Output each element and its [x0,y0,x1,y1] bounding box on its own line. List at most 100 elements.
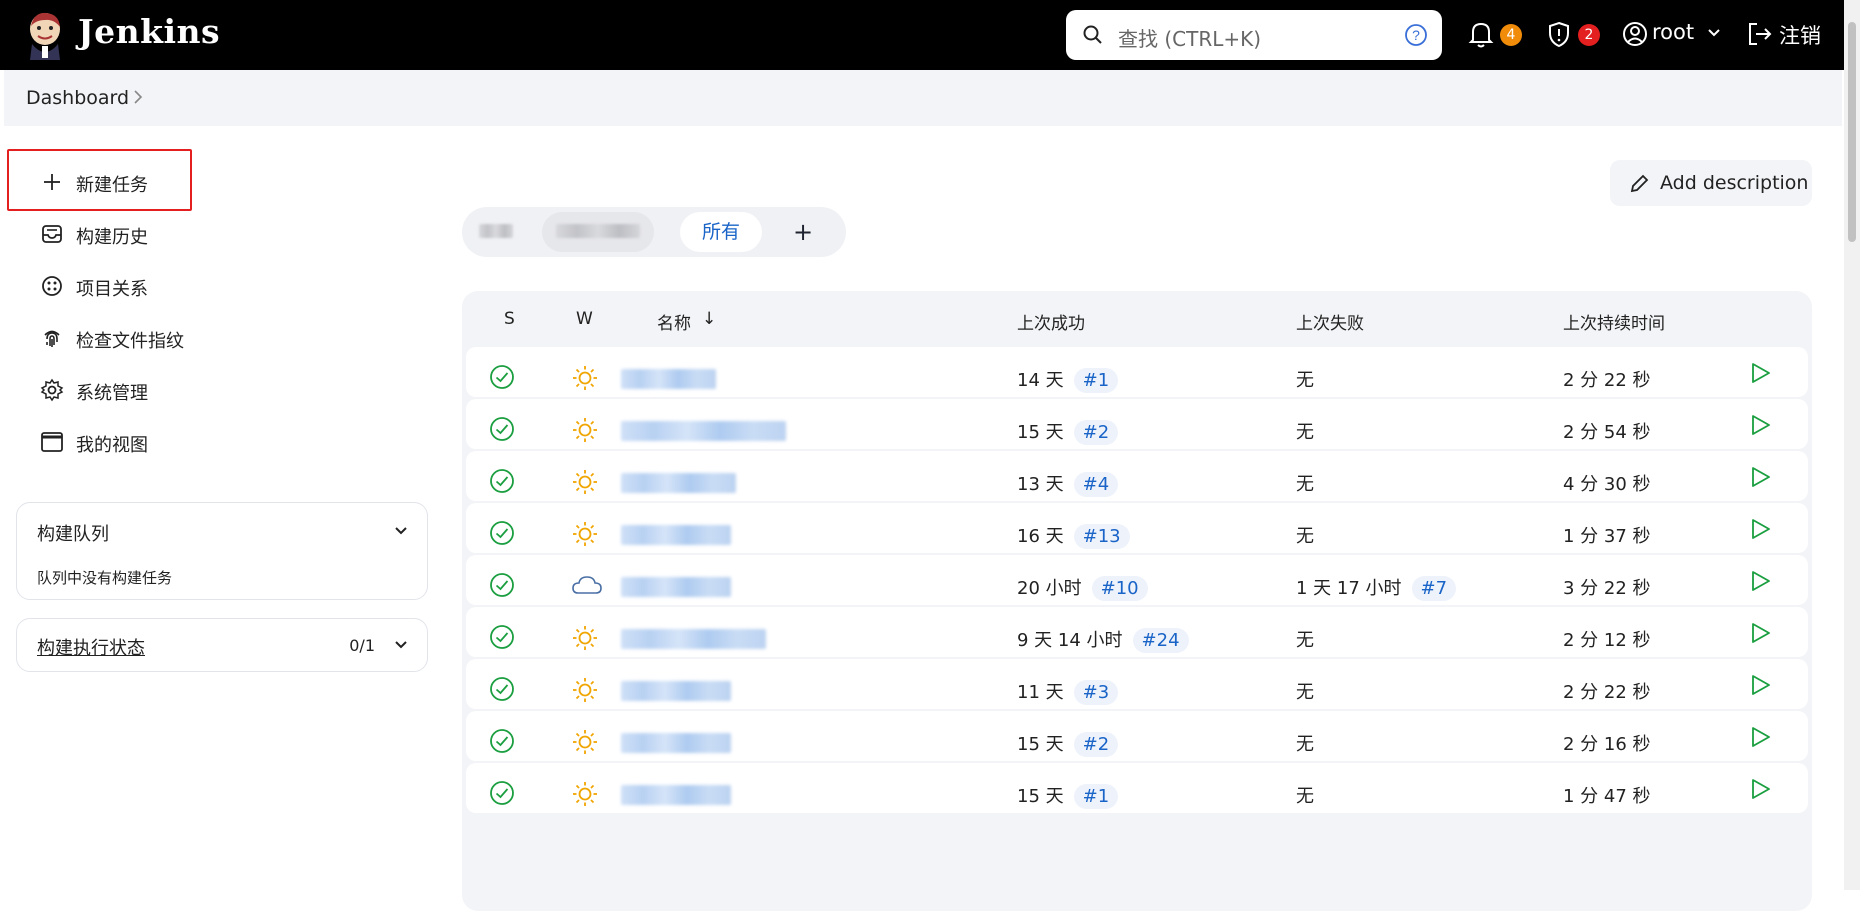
last-success-time: 15 天 [1017,786,1064,807]
shield-icon[interactable] [1546,20,1572,48]
last-success-time: 13 天 [1017,474,1064,495]
duration-cell: 1 分 37 秒 [1563,526,1651,547]
last-failure-time: 无 [1296,370,1314,391]
brand-title[interactable]: Jenkins [78,12,220,51]
play-icon[interactable] [1748,413,1772,437]
play-icon[interactable] [1748,621,1772,645]
table-row[interactable]: 11 天 #3 无 2 分 22 秒 [466,659,1808,709]
notification-badge[interactable]: 4 [1500,24,1522,46]
user-name[interactable]: root [1652,20,1694,44]
last-failure-time: 无 [1296,474,1314,495]
tab-add-view[interactable]: + [780,212,826,252]
sort-arrow-icon[interactable]: ↓ [702,309,716,329]
table-row[interactable]: 16 天 #13 无 1 分 37 秒 [466,503,1808,553]
table-row[interactable]: 15 天 #1 无 1 分 47 秒 [466,763,1808,813]
job-name-link[interactable] [621,681,731,701]
last-success-time: 14 天 [1017,370,1064,391]
play-icon[interactable] [1748,777,1772,801]
bell-icon[interactable] [1468,20,1494,48]
jobs-table: S W 名称 ↓ 上次成功 上次失败 上次持续时间 14 天 #1 无 2 分 22 … [462,291,1812,911]
tab-all[interactable]: 所有 [680,212,762,252]
job-name-link[interactable] [621,421,786,441]
play-icon[interactable] [1748,517,1772,541]
sunny-weather-icon [573,470,597,494]
build-number-link[interactable]: #10 [1091,576,1148,601]
build-number-link[interactable]: #1 [1073,784,1119,809]
last-failure-cell: 无 [1296,730,1314,756]
table-row[interactable]: 14 天 #1 无 2 分 22 秒 [466,347,1808,397]
column-header-last-failure[interactable]: 上次失败 [1296,309,1364,334]
add-description-button[interactable]: Add description [1610,160,1812,206]
last-success-cell: 11 天 #3 [1017,678,1119,705]
logout-link[interactable]: 注销 [1779,20,1821,50]
column-header-name[interactable]: 名称 [657,309,691,334]
sidebar-item-label: 项目关系 [76,279,148,300]
search-input[interactable]: 查找 (CTRL+K) [1118,23,1261,52]
job-name-link[interactable] [621,629,766,649]
duration-cell: 2 分 22 秒 [1563,682,1651,703]
last-failure-cell: 无 [1296,626,1314,652]
tab-hidden-2[interactable] [542,212,654,252]
play-icon[interactable] [1748,569,1772,593]
build-number-link[interactable]: #1 [1073,368,1119,393]
job-name-link[interactable] [621,473,736,493]
page-scrollbar[interactable] [1844,0,1860,890]
job-name-link[interactable] [621,525,731,545]
play-icon[interactable] [1748,673,1772,697]
success-status-icon [490,781,514,805]
table-row[interactable]: 15 天 #2 无 2 分 54 秒 [466,399,1808,449]
sunny-weather-icon [573,522,597,546]
breadcrumb-dashboard[interactable]: Dashboard [26,87,129,109]
build-number-link[interactable]: #24 [1132,628,1189,653]
plus-icon [44,174,60,190]
user-icon[interactable] [1622,20,1648,48]
last-failure-cell: 无 [1296,678,1314,704]
table-row[interactable]: 13 天 #4 无 4 分 30 秒 [466,451,1808,501]
play-icon[interactable] [1748,465,1772,489]
job-name-link[interactable] [621,577,731,597]
redacted-label [556,224,640,238]
column-header-status[interactable]: S [504,309,515,329]
success-status-icon [490,365,514,389]
job-name-link[interactable] [621,785,731,805]
build-number-link[interactable]: #4 [1073,472,1119,497]
chevron-down-icon[interactable] [393,523,409,539]
relationship-icon [42,276,62,296]
table-row[interactable]: 20 小时 #10 1 天 17 小时 #7 3 分 22 秒 [466,555,1808,605]
build-number-link[interactable]: #7 [1411,576,1457,601]
play-icon[interactable] [1748,361,1772,385]
duration-cell: 2 分 22 秒 [1563,370,1651,391]
search-box[interactable]: 查找 (CTRL+K) ? [1066,10,1442,60]
top-header: Jenkins 查找 (CTRL+K) ? 4 2 root 注销 [0,0,1860,70]
executor-status-panel: 构建执行状态 0/1 [16,618,428,672]
scrollbar-thumb[interactable] [1848,22,1856,242]
column-header-last-success[interactable]: 上次成功 [1017,309,1085,334]
table-row[interactable]: 15 天 #2 无 2 分 16 秒 [466,711,1808,761]
play-icon[interactable] [1748,725,1772,749]
build-queue-title[interactable]: 构建队列 [37,520,109,546]
build-number-link[interactable]: #3 [1073,680,1119,705]
security-badge[interactable]: 2 [1578,24,1600,46]
tab-hidden-1[interactable] [476,212,516,252]
column-header-last-duration[interactable]: 上次持续时间 [1563,309,1665,334]
add-description-label: Add description [1660,172,1809,194]
sunny-weather-icon [573,782,597,806]
build-number-link[interactable]: #13 [1073,524,1130,549]
chevron-down-icon[interactable] [393,637,409,653]
last-success-time: 16 天 [1017,526,1064,547]
executor-status-title[interactable]: 构建执行状态 [37,634,145,660]
jenkins-logo-icon[interactable] [26,10,64,60]
table-row[interactable]: 9 天 14 小时 #24 无 2 分 12 秒 [466,607,1808,657]
chevron-down-icon[interactable] [1706,26,1722,40]
help-icon[interactable]: ? [1404,23,1428,47]
last-success-cell: 15 天 #2 [1017,730,1119,757]
build-number-link[interactable]: #2 [1073,732,1119,757]
build-number-link[interactable]: #2 [1073,420,1119,445]
column-header-weather[interactable]: W [576,309,593,329]
logout-icon[interactable] [1746,20,1774,48]
last-success-time: 20 小时 [1017,578,1082,599]
last-failure-cell: 无 [1296,522,1314,548]
job-name-link[interactable] [621,369,716,389]
job-name-link[interactable] [621,733,731,753]
last-success-cell: 13 天 #4 [1017,470,1119,497]
